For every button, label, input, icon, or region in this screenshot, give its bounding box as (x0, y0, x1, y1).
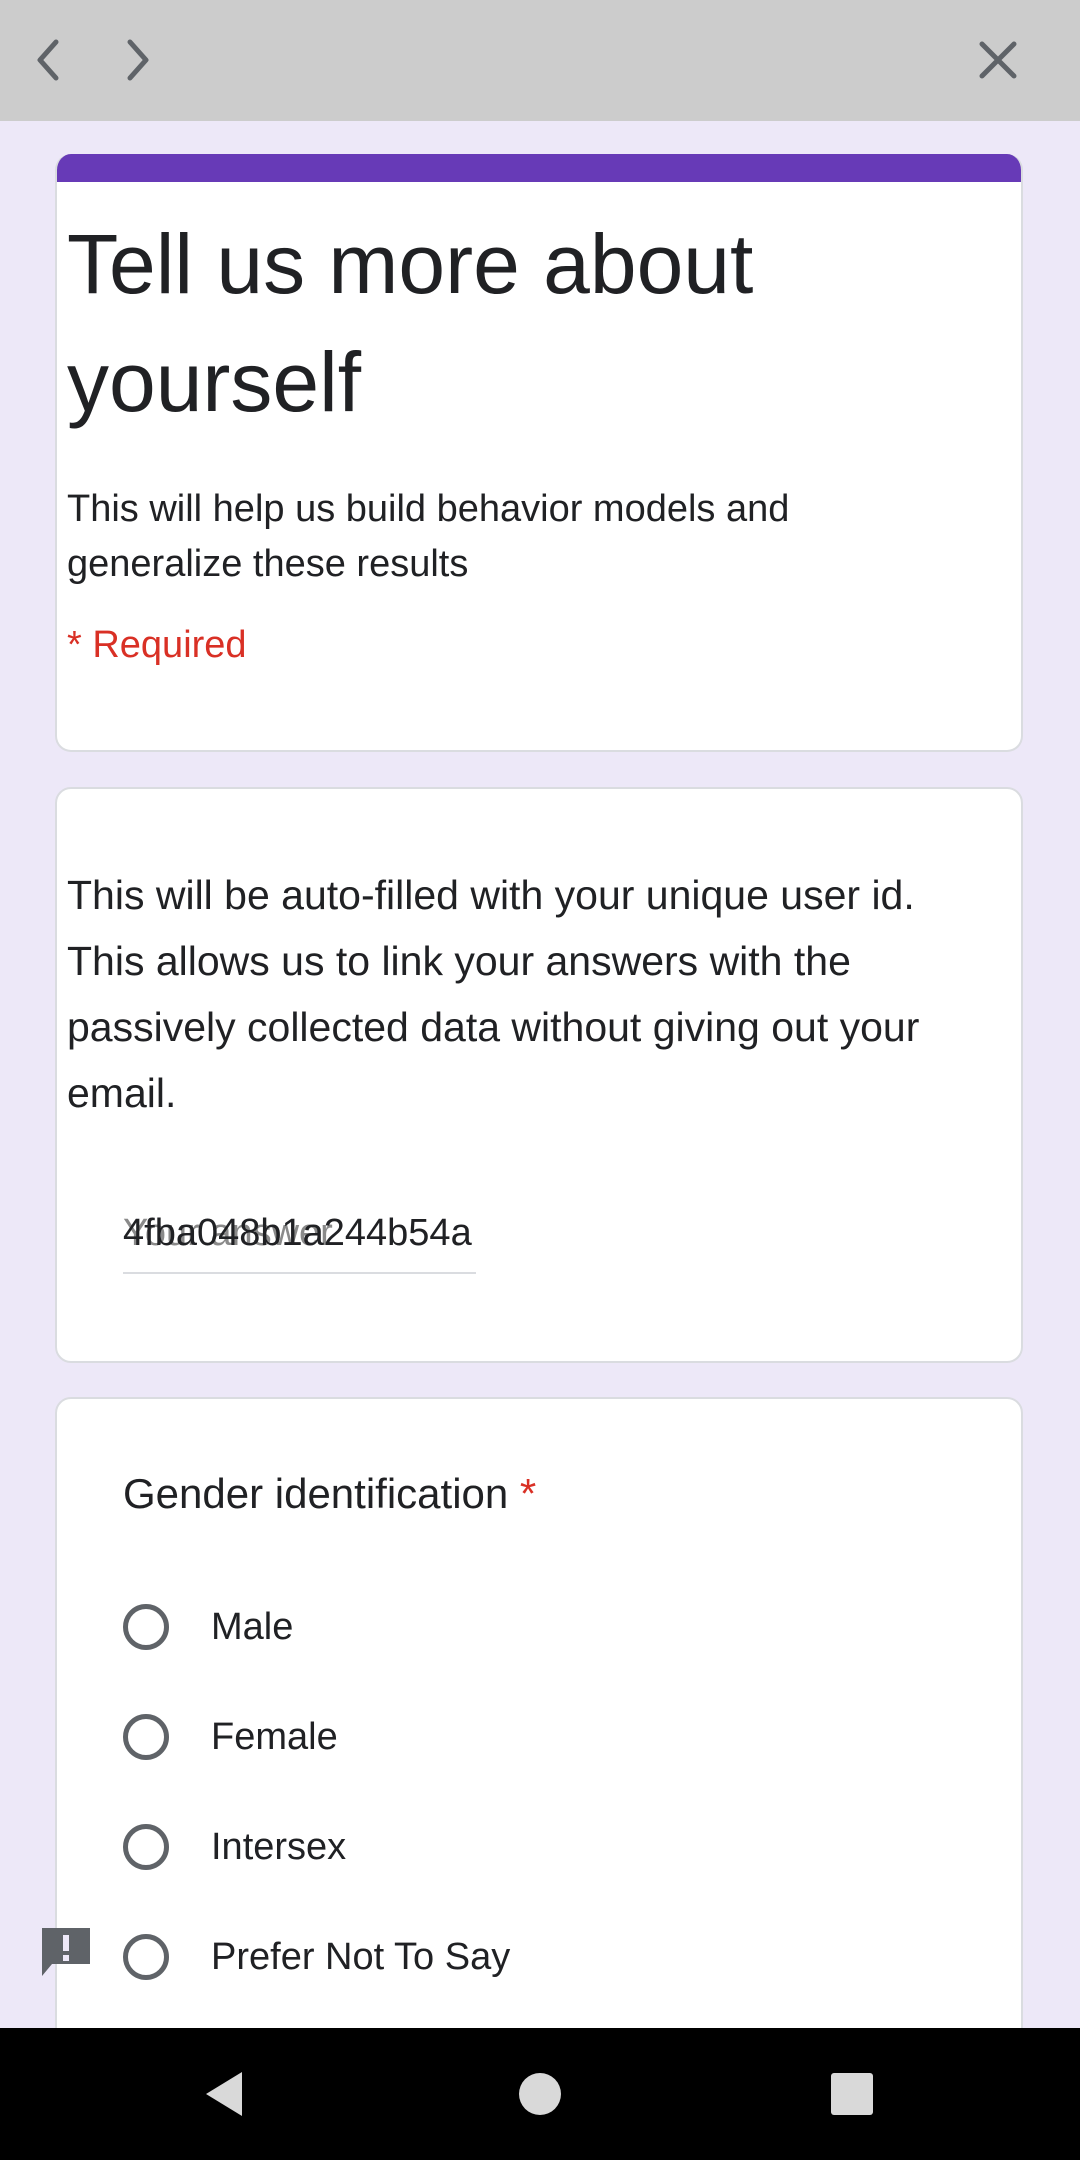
radio-option-male[interactable]: Male (123, 1600, 823, 1660)
system-navigation-bar (0, 2028, 1080, 2160)
nav-recents-icon[interactable] (822, 2064, 882, 2124)
radio-label: Male (211, 1606, 294, 1648)
radio-button[interactable] (123, 1824, 169, 1870)
required-star: * (519, 1470, 537, 1517)
form-description: This will help us build behavior models … (67, 488, 790, 585)
radio-label: Prefer Not To Say (211, 1936, 511, 1978)
radio-label: Female (211, 1716, 338, 1758)
chevron-left-icon[interactable] (20, 30, 80, 90)
browser-toolbar (0, 0, 1080, 121)
report-feedback-icon[interactable] (36, 1922, 96, 1982)
radio-label: Intersex (211, 1826, 347, 1868)
form-title: Tell us more about yourself (67, 217, 754, 429)
radio-option-intersex[interactable]: Intersex (123, 1820, 823, 1880)
chevron-right-icon[interactable] (106, 30, 166, 90)
radio-option-prefer-not-to-say[interactable]: Prefer Not To Say (123, 1930, 823, 1990)
nav-home-icon[interactable] (510, 2064, 570, 2124)
gender-question-label: Gender identification (123, 1470, 509, 1517)
user-id-description: This will be auto-filled with your uniqu… (67, 872, 920, 1116)
user-id-input[interactable]: Your answer 4fba048b1a244b54a (123, 1200, 476, 1274)
form-accent-bar (57, 154, 1021, 182)
nav-back-icon[interactable] (196, 2064, 256, 2124)
user-id-value: 4fba048b1a244b54a (123, 1212, 472, 1254)
radio-button[interactable] (123, 1714, 169, 1760)
gender-question-title: Gender identification * (123, 1470, 536, 1518)
radio-button[interactable] (123, 1604, 169, 1650)
required-note: * Required (67, 624, 247, 666)
radio-button[interactable] (123, 1934, 169, 1980)
radio-option-female[interactable]: Female (123, 1710, 823, 1770)
close-icon[interactable] (968, 30, 1028, 90)
